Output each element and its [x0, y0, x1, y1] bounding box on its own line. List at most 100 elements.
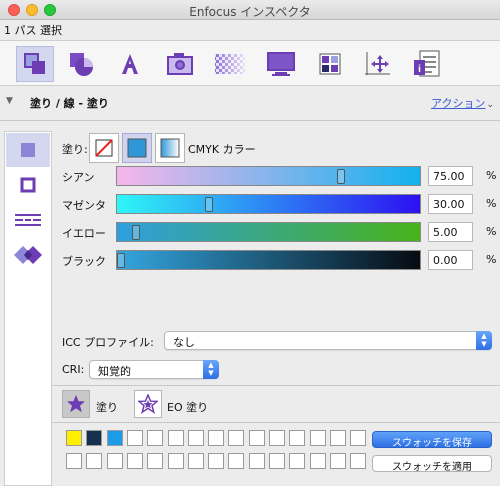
swatch-cell[interactable] [269, 430, 285, 446]
text-icon [122, 54, 138, 74]
swatch-cell[interactable] [330, 453, 346, 469]
line-style-icon [15, 214, 41, 226]
document-tool[interactable]: i [407, 46, 445, 82]
swatch-cell[interactable] [289, 430, 305, 446]
side-tab-bar [4, 131, 52, 486]
color-grid-tool[interactable] [311, 46, 349, 82]
select-arrows-icon: ▲ ▼ [476, 331, 492, 350]
window-title: Enfocus インスペクタ [189, 5, 311, 19]
magenta-unit-label: % [486, 197, 497, 210]
fill-mode-button[interactable] [62, 390, 90, 418]
position-tool[interactable] [358, 46, 396, 82]
swatch-cell[interactable] [208, 453, 224, 469]
monitor-tool[interactable] [262, 46, 300, 82]
stroke-tab[interactable] [6, 168, 50, 202]
yellow-value-field[interactable]: 5.00 [428, 222, 473, 242]
fill-stroke-icon [24, 53, 45, 74]
swatch-cell[interactable] [249, 430, 265, 446]
swatch-cell[interactable] [330, 430, 346, 446]
color-grid-icon [319, 53, 341, 75]
swatch-cell[interactable] [107, 430, 123, 446]
cyan-label: シアン [62, 171, 95, 184]
gradient-fill-button[interactable] [155, 133, 185, 163]
swatch-cell[interactable] [86, 430, 102, 446]
save-swatch-label: スウォッチを保存 [392, 438, 472, 449]
fill-tab[interactable] [6, 133, 50, 167]
selection-info: 1 パス 選択 [4, 24, 62, 37]
cri-label: CRI: [62, 363, 85, 376]
text-tool[interactable] [111, 46, 149, 82]
cri-value: 知覚的 [98, 365, 131, 378]
cyan-unit-label: % [486, 169, 497, 182]
overprint-diamond-icon [14, 246, 42, 264]
swatch-cell[interactable] [310, 453, 326, 469]
swatch-cell[interactable] [168, 430, 184, 446]
cyan-value-field[interactable]: 75.00 [428, 166, 473, 186]
swatch-cell[interactable] [228, 430, 244, 446]
swatch-cell[interactable] [107, 453, 123, 469]
swatch-cell[interactable] [350, 453, 366, 469]
swatch-cell[interactable] [86, 453, 102, 469]
section-title: 塗り / 線 - 塗り [30, 97, 109, 110]
no-fill-button[interactable] [89, 133, 119, 163]
stroke-square-icon [20, 177, 36, 193]
move-axes-icon [365, 52, 390, 75]
shape-icon [70, 53, 93, 76]
swatch-cell[interactable] [289, 453, 305, 469]
magenta-value-field[interactable]: 30.00 [428, 194, 473, 214]
overprint-tab[interactable] [6, 238, 50, 272]
star-outline-icon [138, 394, 158, 414]
magenta-slider-track[interactable] [116, 194, 421, 214]
fill-stroke-tool[interactable] [16, 46, 54, 82]
cyan-slider-thumb[interactable] [336, 169, 345, 184]
image-tool[interactable] [161, 46, 199, 82]
divider [52, 385, 500, 386]
swatch-cell[interactable] [269, 453, 285, 469]
icc-profile-select[interactable]: なし ▲ ▼ [164, 331, 492, 350]
swatch-cell[interactable] [350, 430, 366, 446]
yellow-slider-thumb[interactable] [131, 225, 140, 240]
gradient-fill-icon [160, 138, 180, 158]
black-value-field[interactable]: 0.00 [428, 250, 473, 270]
eo-fill-mode-button[interactable] [134, 390, 162, 418]
swatch-cell[interactable] [66, 430, 82, 446]
divider [0, 120, 500, 121]
select-arrows-icon: ▲ ▼ [203, 360, 219, 379]
apply-swatch-button[interactable]: スウォッチを適用 [372, 455, 492, 473]
swatch-cell[interactable] [168, 453, 184, 469]
swatch-cell[interactable] [249, 453, 265, 469]
swatch-cell[interactable] [147, 453, 163, 469]
magenta-label: マゼンタ [62, 199, 106, 212]
disclosure-triangle-icon[interactable]: ▼ [6, 96, 13, 106]
icc-profile-value: なし [173, 336, 195, 349]
magenta-slider-thumb[interactable] [204, 197, 213, 212]
monitor-icon [267, 52, 295, 76]
action-menu[interactable]: アクション⌄ [431, 95, 494, 111]
swatch-cell[interactable] [127, 453, 143, 469]
black-label: ブラック [62, 255, 106, 268]
swatch-cell[interactable] [228, 453, 244, 469]
chevron-down-icon: ⌄ [486, 100, 494, 110]
transparency-tool[interactable] [211, 46, 249, 82]
camera-icon [167, 53, 193, 75]
swatch-cell[interactable] [208, 430, 224, 446]
cyan-slider-row: シアン 75.00% [62, 166, 500, 188]
swatch-cell[interactable] [188, 453, 204, 469]
cri-select[interactable]: 知覚的 ▲ ▼ [89, 360, 219, 379]
star-icon [67, 395, 85, 413]
shape-tool[interactable] [62, 46, 100, 82]
swatch-cell[interactable] [127, 430, 143, 446]
black-slider-thumb[interactable] [117, 253, 125, 268]
line-style-tab[interactable] [6, 203, 50, 237]
solid-fill-button[interactable] [122, 133, 152, 163]
inspector-toolbar: i [0, 40, 500, 86]
yellow-unit-label: % [486, 225, 497, 238]
save-swatch-button[interactable]: スウォッチを保存 [372, 431, 492, 449]
swatch-cell[interactable] [147, 430, 163, 446]
swatch-cell[interactable] [188, 430, 204, 446]
yellow-slider-track[interactable] [116, 222, 421, 242]
black-slider-track[interactable] [116, 250, 421, 270]
cyan-slider-track[interactable] [116, 166, 421, 186]
swatch-cell[interactable] [66, 453, 82, 469]
swatch-cell[interactable] [310, 430, 326, 446]
